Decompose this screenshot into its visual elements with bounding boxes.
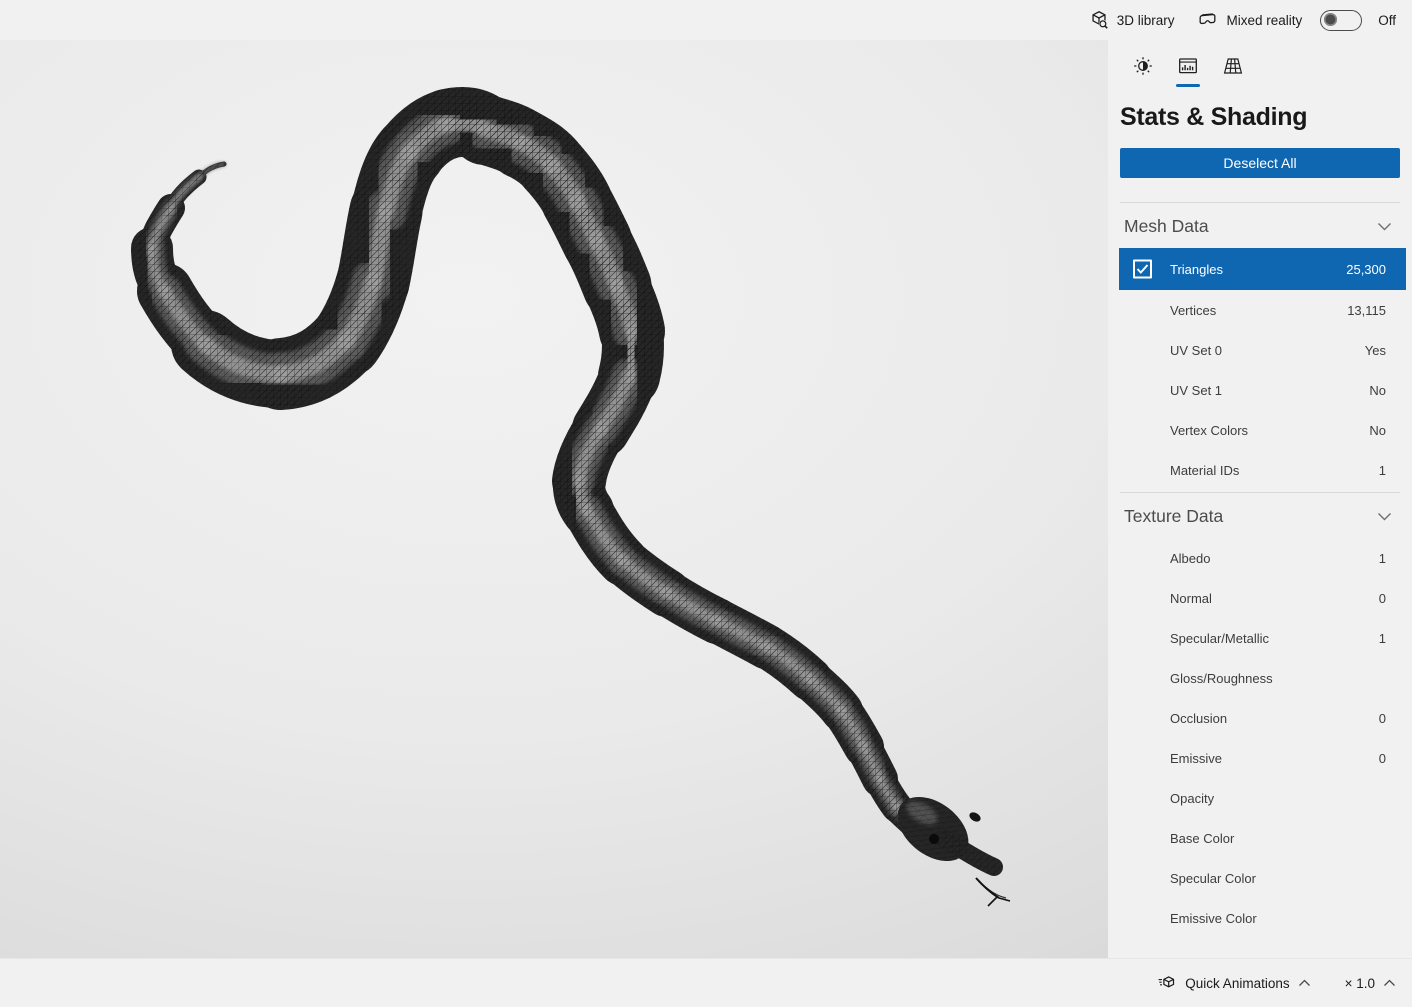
tab-underline [1221, 84, 1245, 87]
mixed-reality-button[interactable]: Mixed reality [1190, 5, 1308, 35]
row-value: 1 [1378, 462, 1386, 478]
toggle-knob [1324, 13, 1338, 26]
viewport-3d[interactable] [0, 40, 1108, 958]
tab-stats[interactable] [1173, 50, 1203, 87]
row-value: 13,115 [1347, 302, 1386, 318]
texture-data-row-normal[interactable]: Normal 0 [1120, 578, 1400, 618]
snake-wireframe-model [131, 87, 1011, 907]
row-value: No [1369, 382, 1386, 398]
row-label: Material IDs [1170, 462, 1240, 478]
row-label: Occlusion [1170, 710, 1228, 726]
bottom-bar: Quick Animations × 1.0 [0, 958, 1412, 1007]
3d-library-icon [1092, 11, 1108, 29]
texture-data-rows: Albedo 1 Normal 0 Specular/Metallic 1 Gloss/Ro… [1120, 538, 1400, 938]
row-label: Normal [1170, 590, 1212, 606]
mesh-data-row-uv-set-1[interactable]: UV Set 1 No [1120, 370, 1400, 410]
quick-animations-icon [1158, 975, 1175, 988]
texture-data-row-emissive[interactable]: Emissive 0 [1120, 738, 1400, 778]
texture-data-row-specular-metallic[interactable]: Specular/Metallic 1 [1120, 618, 1400, 658]
row-label: Vertex Colors [1170, 422, 1249, 438]
row-label: Triangles [1170, 261, 1223, 277]
texture-data-section-header[interactable]: Texture Data [1120, 493, 1400, 538]
tab-grid[interactable] [1218, 50, 1248, 87]
toggle-state-label: Off [1378, 12, 1396, 28]
deselect-all-button[interactable]: Deselect All [1120, 148, 1400, 178]
row-label: Specular/Metallic [1170, 630, 1269, 646]
row-value: 1 [1378, 630, 1386, 646]
page-title: Stats & Shading [1120, 103, 1308, 131]
chevron-down-icon [1378, 223, 1391, 231]
stats-panel: Stats & Shading Deselect All Mesh Data T… [1108, 40, 1412, 958]
mesh-data-header-label: Mesh Data [1124, 216, 1209, 236]
row-label: Specular Color [1170, 870, 1256, 886]
texture-data-row-specular-color[interactable]: Specular Color [1120, 858, 1400, 898]
row-label: Albedo [1170, 550, 1211, 566]
texture-data-row-gloss-roughness[interactable]: Gloss/Roughness [1120, 658, 1400, 698]
texture-data-row-emissive-color[interactable]: Emissive Color [1120, 898, 1400, 938]
triangles-checkbox[interactable] [1133, 259, 1152, 279]
mixed-reality-icon [1199, 13, 1216, 25]
texture-data-header-label: Texture Data [1124, 506, 1224, 526]
row-value: 25,300 [1346, 261, 1386, 277]
stats-chart-icon [1179, 58, 1197, 74]
checkmark-icon [1136, 264, 1149, 274]
texture-data-row-opacity[interactable]: Opacity [1120, 778, 1400, 818]
mesh-data-rows: Triangles 25,300 Vertices 13,115 UV Set 0 Yes… [1119, 248, 1406, 490]
chevron-up-icon [1298, 979, 1310, 986]
mixed-reality-label: Mixed reality [1226, 12, 1303, 28]
3d-library-button[interactable]: 3D library [1082, 5, 1181, 35]
mesh-data-row-vertex-colors[interactable]: Vertex Colors No [1120, 410, 1400, 450]
row-label: Vertices [1170, 302, 1217, 318]
mesh-data-row-vertices[interactable]: Vertices 13,115 [1120, 290, 1400, 330]
panel-tabs [1120, 50, 1400, 87]
playback-speed-control[interactable]: × 1.0 [1343, 972, 1398, 995]
mesh-data-section-header[interactable]: Mesh Data [1120, 203, 1400, 248]
row-value: 0 [1378, 590, 1386, 606]
tab-underline [1131, 84, 1155, 87]
row-label: Emissive [1170, 750, 1223, 766]
row-value: Yes [1364, 342, 1386, 358]
mesh-data-row-triangles[interactable]: Triangles 25,300 [1119, 248, 1406, 290]
tab-lighting[interactable] [1128, 50, 1158, 87]
playback-speed-label: × 1.0 [1344, 975, 1375, 991]
row-value: 0 [1378, 710, 1386, 726]
row-label: Gloss/Roughness [1170, 670, 1273, 686]
3d-library-label: 3D library [1116, 12, 1175, 28]
row-label: UV Set 1 [1170, 382, 1223, 398]
row-value: 0 [1378, 750, 1386, 766]
texture-data-row-albedo[interactable]: Albedo 1 [1120, 538, 1400, 578]
chevron-up-icon [1384, 979, 1395, 986]
mesh-data-row-material-ids[interactable]: Material IDs 1 [1120, 450, 1400, 490]
row-value: 1 [1378, 550, 1386, 566]
chevron-down-icon [1378, 513, 1391, 521]
row-label: UV Set 0 [1170, 342, 1223, 358]
mesh-data-row-uv-set-0[interactable]: UV Set 0 Yes [1120, 330, 1400, 370]
row-label: Opacity [1170, 790, 1215, 806]
tab-active-underline [1176, 84, 1200, 87]
quick-animations-label: Quick Animations [1185, 975, 1290, 991]
row-label: Emissive Color [1170, 910, 1257, 926]
sun-icon [1134, 57, 1152, 75]
grid-table-icon [1223, 58, 1243, 74]
quick-animations-button[interactable]: Quick Animations [1150, 969, 1316, 998]
3d-viewer-app: 3D library Mixed reality Off Stats & Sha… [0, 0, 1412, 1007]
texture-data-row-base-color[interactable]: Base Color [1120, 818, 1400, 858]
row-value: No [1369, 422, 1386, 438]
mixed-reality-toggle[interactable] [1320, 9, 1363, 31]
texture-data-row-occlusion[interactable]: Occlusion 0 [1120, 698, 1400, 738]
row-label: Base Color [1170, 830, 1235, 846]
top-bar: 3D library Mixed reality Off [0, 0, 1412, 40]
